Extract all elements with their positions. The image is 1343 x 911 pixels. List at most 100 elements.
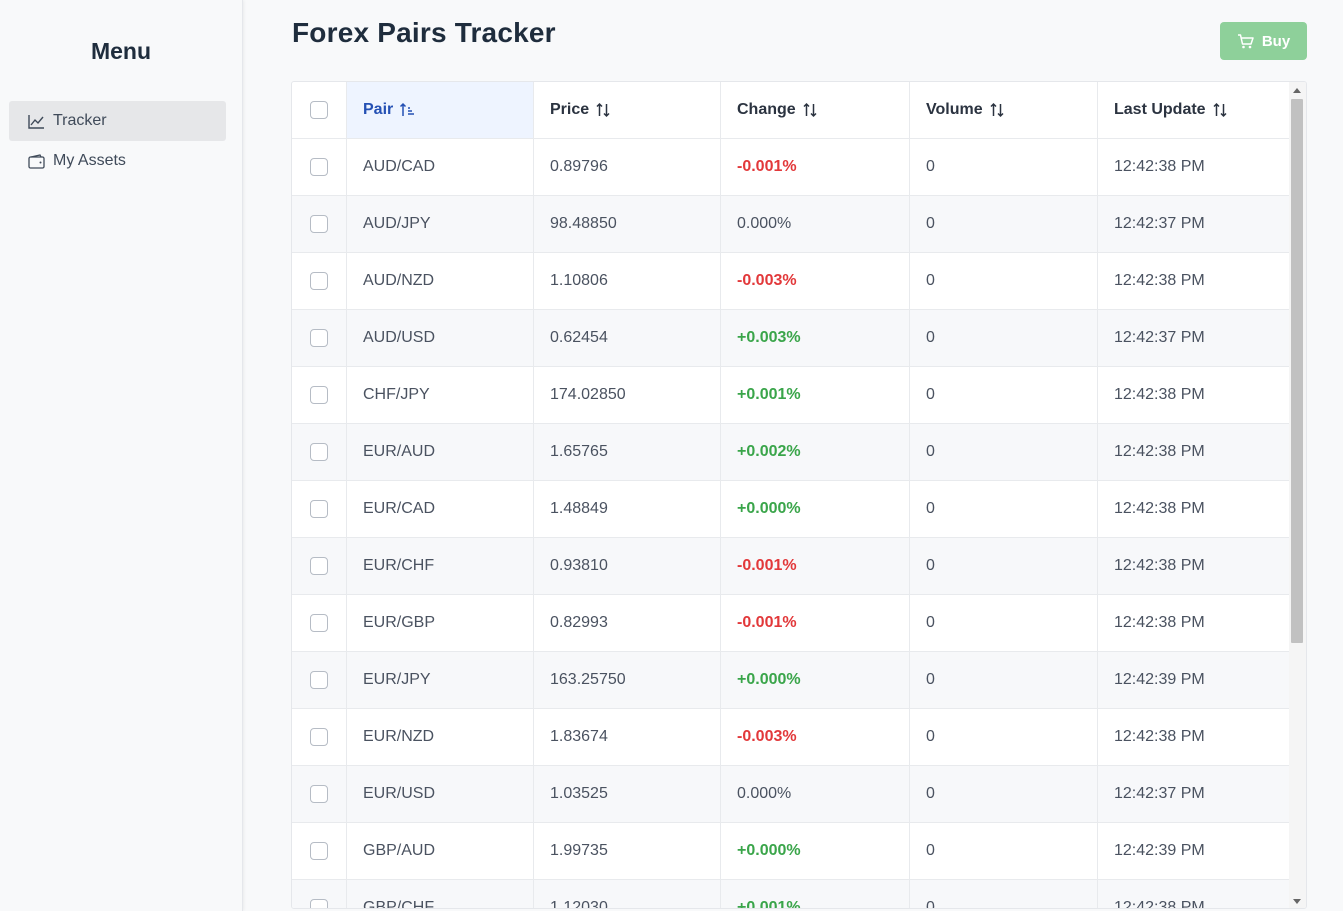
table-row[interactable]: AUD/CAD 0.89796 -0.001% 0 12:42:38 PM <box>292 139 1290 196</box>
sort-icon <box>802 102 818 118</box>
column-header-last-update[interactable]: Last Update <box>1098 82 1290 138</box>
change-cell: +0.001% <box>721 367 910 423</box>
last-update-cell: 12:42:38 PM <box>1114 443 1205 460</box>
scroll-thumb[interactable] <box>1291 99 1303 643</box>
change-cell: +0.002% <box>721 424 910 480</box>
column-header-pair[interactable]: Pair <box>347 82 534 138</box>
column-header-price[interactable]: Price <box>534 82 721 138</box>
select-all-checkbox[interactable] <box>310 101 328 119</box>
price-cell: 1.65765 <box>534 424 721 480</box>
table-row[interactable]: AUD/USD 0.62454 +0.003% 0 12:42:37 PM <box>292 310 1290 367</box>
change-cell: -0.001% <box>721 538 910 594</box>
volume-cell: 0 <box>910 310 1098 366</box>
scroll-up-arrow[interactable] <box>1293 88 1301 93</box>
table-row[interactable]: EUR/NZD 1.83674 -0.003% 0 12:42:38 PM <box>292 709 1290 766</box>
chart-line-icon <box>28 114 44 129</box>
row-select-cell <box>292 766 347 822</box>
change-cell: +0.000% <box>721 481 910 537</box>
price-cell: 174.02850 <box>534 367 721 423</box>
column-label: Change <box>737 101 796 118</box>
row-checkbox[interactable] <box>310 329 328 347</box>
sidebar-item-label: Tracker <box>53 112 107 129</box>
row-checkbox[interactable] <box>310 614 328 632</box>
table-grid: Pair Price Change Volume Last Update AUD… <box>292 82 1290 909</box>
row-select-cell <box>292 196 347 252</box>
row-checkbox[interactable] <box>310 899 328 908</box>
table-body: AUD/CAD 0.89796 -0.001% 0 12:42:38 PM AUD/JPY… <box>292 139 1290 909</box>
pair-cell: AUD/NZD <box>347 253 534 309</box>
table-row[interactable]: AUD/JPY 98.48850 0.000% 0 12:42:37 PM <box>292 196 1290 253</box>
price-cell: 98.48850 <box>534 196 721 252</box>
table-row[interactable]: EUR/GBP 0.82993 -0.001% 0 12:42:38 PM <box>292 595 1290 652</box>
sort-icon <box>989 102 1005 118</box>
sidebar-item-my-assets[interactable]: My Assets <box>9 141 226 181</box>
row-select-cell <box>292 481 347 537</box>
table-row[interactable]: GBP/AUD 1.99735 +0.000% 0 12:42:39 PM <box>292 823 1290 880</box>
vertical-scrollbar[interactable] <box>1289 82 1306 908</box>
cart-icon <box>1237 33 1254 48</box>
table-row[interactable]: EUR/AUD 1.65765 +0.002% 0 12:42:38 PM <box>292 424 1290 481</box>
buy-button[interactable]: Buy <box>1220 22 1307 60</box>
table-row[interactable]: EUR/CAD 1.48849 +0.000% 0 12:42:38 PM <box>292 481 1290 538</box>
pair-cell: EUR/AUD <box>347 424 534 480</box>
volume-cell: 0 <box>910 538 1098 594</box>
last-update-cell: 12:42:37 PM <box>1114 785 1205 802</box>
column-header-volume[interactable]: Volume <box>910 82 1098 138</box>
price-cell: 1.83674 <box>534 709 721 765</box>
table-row[interactable]: CHF/JPY 174.02850 +0.001% 0 12:42:38 PM <box>292 367 1290 424</box>
table-row[interactable]: EUR/JPY 163.25750 +0.000% 0 12:42:39 PM <box>292 652 1290 709</box>
price-cell: 1.48849 <box>534 481 721 537</box>
row-select-cell <box>292 253 347 309</box>
pair-cell: CHF/JPY <box>347 367 534 423</box>
sort-icon <box>595 102 611 118</box>
row-select-cell <box>292 538 347 594</box>
sidebar-item-label: My Assets <box>53 152 126 169</box>
change-value: -0.001% <box>737 614 797 631</box>
row-select-cell <box>292 880 347 908</box>
last-update-cell: 12:42:38 PM <box>1114 557 1205 574</box>
last-update-cell: 12:42:37 PM <box>1114 215 1205 232</box>
row-checkbox[interactable] <box>310 671 328 689</box>
volume-cell: 0 <box>910 595 1098 651</box>
last-update-cell: 12:42:38 PM <box>1114 386 1205 403</box>
row-checkbox[interactable] <box>310 728 328 746</box>
scroll-down-arrow[interactable] <box>1293 899 1301 904</box>
pair-cell: EUR/USD <box>347 766 534 822</box>
column-header-change[interactable]: Change <box>721 82 910 138</box>
column-label: Volume <box>926 101 983 118</box>
last-update-cell: 12:42:38 PM <box>1114 272 1205 289</box>
row-checkbox[interactable] <box>310 500 328 518</box>
volume-cell: 0 <box>910 424 1098 480</box>
change-cell: 0.000% <box>721 766 910 822</box>
change-cell: -0.003% <box>721 253 910 309</box>
table-row[interactable]: EUR/USD 1.03525 0.000% 0 12:42:37 PM <box>292 766 1290 823</box>
row-checkbox[interactable] <box>310 215 328 233</box>
pair-cell: EUR/CHF <box>347 538 534 594</box>
table-row[interactable]: GBP/CHF 1.12030 +0.001% 0 12:42:38 PM <box>292 880 1290 909</box>
sidebar-item-tracker[interactable]: Tracker <box>9 101 226 141</box>
change-value: -0.003% <box>737 728 797 745</box>
row-checkbox[interactable] <box>310 443 328 461</box>
pair-cell: EUR/CAD <box>347 481 534 537</box>
row-checkbox[interactable] <box>310 557 328 575</box>
table-row[interactable]: EUR/CHF 0.93810 -0.001% 0 12:42:38 PM <box>292 538 1290 595</box>
row-checkbox[interactable] <box>310 272 328 290</box>
sort-ascending-icon <box>399 102 415 118</box>
volume-cell: 0 <box>910 880 1098 908</box>
column-label: Price <box>550 101 590 118</box>
price-cell: 163.25750 <box>534 652 721 708</box>
row-select-cell <box>292 424 347 480</box>
row-checkbox[interactable] <box>310 386 328 404</box>
table-row[interactable]: AUD/NZD 1.10806 -0.003% 0 12:42:38 PM <box>292 253 1290 310</box>
last-update-cell: 12:42:38 PM <box>1114 899 1205 909</box>
pair-cell: GBP/CHF <box>347 880 534 908</box>
pair-cell: AUD/CAD <box>347 139 534 195</box>
change-value: +0.000% <box>737 671 801 688</box>
change-value: -0.003% <box>737 272 797 289</box>
row-checkbox[interactable] <box>310 785 328 803</box>
buy-label: Buy <box>1261 32 1291 50</box>
row-checkbox[interactable] <box>310 842 328 860</box>
row-checkbox[interactable] <box>310 158 328 176</box>
pair-cell: AUD/JPY <box>347 196 534 252</box>
price-cell: 1.10806 <box>534 253 721 309</box>
